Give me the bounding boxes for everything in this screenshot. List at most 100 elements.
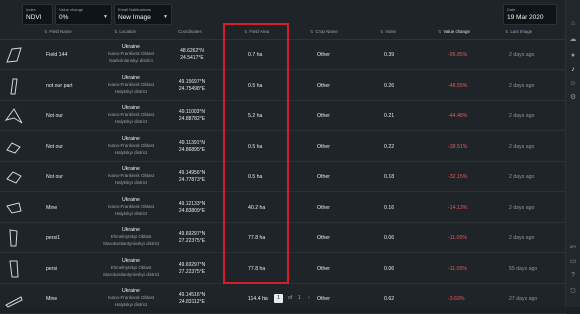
- column-location[interactable]: ⇅ Location: [114, 29, 136, 34]
- column-value-change[interactable]: ⇅ Value change: [438, 29, 470, 34]
- index-value: 0.22: [384, 143, 395, 150]
- table-row[interactable]: Field 144 Ukraine Ivano-Frankivsk Oblast…: [0, 40, 566, 70]
- field-area: 77.8 ha: [248, 235, 266, 241]
- field-shape-icon: [4, 289, 24, 309]
- location-region: Ivano-Frankivsk Oblast: [107, 142, 154, 148]
- app-main: Index NDVI Value change 0% ▼ Email Notif…: [0, 0, 566, 314]
- prev-page-icon[interactable]: ‹: [264, 295, 266, 301]
- crop-name: Other: [317, 82, 330, 89]
- coordinate-longitude: 27.22375°E: [178, 268, 206, 275]
- last-image: 2 days ago: [509, 174, 535, 180]
- home-icon[interactable]: ⌂: [569, 20, 577, 28]
- help-icon[interactable]: ?: [569, 272, 577, 280]
- settings-icon[interactable]: ⚙: [569, 94, 577, 102]
- location-country: Ukraine: [122, 257, 140, 264]
- coordinate-longitude: 24.77873°E: [178, 177, 206, 183]
- column-field-name[interactable]: ⇅ Field Name: [44, 29, 72, 34]
- user-icon[interactable]: ☺: [569, 80, 577, 88]
- bell-icon[interactable]: ♪: [569, 66, 577, 74]
- coordinate-longitude: 24.83112°E: [179, 299, 205, 305]
- email-notifications-value: New Image: [118, 14, 151, 21]
- field-shape-icon: [4, 106, 24, 126]
- column-last-image[interactable]: ⇅ Last Image: [505, 29, 532, 34]
- column-crop-name[interactable]: ⇅ Crop Name: [310, 29, 338, 34]
- date-picker[interactable]: Date 19 Mar 2020: [503, 4, 557, 25]
- api-label[interactable]: API: [567, 244, 579, 249]
- logout-icon[interactable]: ⎋: [569, 288, 577, 296]
- location-country: Ukraine: [122, 227, 140, 233]
- location-district: Halytskyi district: [114, 210, 148, 216]
- location-district: Halytskyi district: [114, 302, 148, 307]
- cloud-icon[interactable]: ☁: [569, 36, 577, 44]
- location-region: Ivano-Frankivsk Oblast: [107, 203, 154, 209]
- coordinate-latitude: 49.14956°N: [178, 170, 206, 176]
- index-select[interactable]: Index NDVI: [22, 4, 53, 25]
- crop-name: Other: [317, 235, 330, 241]
- coordinate-latitude: 49.69297°N: [178, 261, 206, 268]
- crop-name: Other: [317, 174, 330, 180]
- field-area: 0.5 ha: [248, 82, 263, 89]
- table-row[interactable]: Not our Ukraine Ivano-Frankivsk Oblast H…: [0, 101, 566, 131]
- field-shape-icon: [4, 76, 24, 96]
- crop-name: Other: [317, 265, 330, 272]
- chat-icon[interactable]: ▭: [569, 258, 577, 266]
- table-row[interactable]: persi Ukraine Khmelnytskyi Oblast Starok…: [0, 254, 566, 284]
- value-change: -11.05%: [448, 235, 467, 241]
- location-country: Ukraine: [122, 196, 140, 203]
- value-change: -96.85%: [448, 52, 468, 58]
- date-label: Date: [507, 7, 516, 12]
- last-image: 2 days ago: [509, 52, 535, 58]
- table-row[interactable]: Mine Ukraine Ivano-Frankivsk Oblast Haly…: [0, 193, 566, 223]
- current-page[interactable]: 1: [274, 294, 283, 303]
- crop-name: Other: [317, 296, 330, 302]
- field-shape-icon: [4, 228, 24, 248]
- sort-icon: ⇅: [114, 29, 118, 34]
- field-area: 0.5 ha: [248, 143, 263, 150]
- column-index[interactable]: ⇅ Index: [380, 29, 396, 34]
- location-country: Ukraine: [122, 288, 140, 294]
- coordinate-latitude: 48.6262°N: [180, 48, 204, 54]
- crop-name: Other: [317, 113, 330, 119]
- sort-icon: ⇅: [244, 29, 248, 34]
- table-row[interactable]: Not our Ukraine Ivano-Frankivsk Oblast H…: [0, 162, 566, 192]
- location-district: Starokostiantynivskyi district: [102, 241, 160, 246]
- index-value: 0.21: [384, 113, 395, 119]
- location-country: Ukraine: [122, 44, 140, 50]
- location-district: Halytskyi district: [114, 180, 148, 185]
- location-region: Khmelnytskyi Oblast: [110, 234, 152, 239]
- coordinate-longitude: 24.75498°E: [178, 85, 206, 92]
- field-name: persi1: [46, 235, 61, 241]
- location-district: Halytskyi district: [114, 119, 148, 124]
- coordinate-latitude: 49.14516°N: [178, 292, 206, 298]
- field-name: Mine: [46, 296, 58, 302]
- value-change: -3.69%: [448, 296, 465, 302]
- table-row[interactable]: persi1 Ukraine Khmelnytskyi Oblast Staro…: [0, 223, 566, 253]
- index-value: 0.06: [384, 265, 395, 272]
- value-change-select[interactable]: Value change 0% ▼: [55, 4, 112, 25]
- last-image: 2 days ago: [509, 204, 535, 211]
- table-row[interactable]: Not our Ukraine Ivano-Frankivsk Oblast H…: [0, 132, 566, 162]
- last-image: 2 days ago: [509, 82, 535, 89]
- value-change: -48.55%: [448, 82, 468, 89]
- field-shape-icon: [4, 259, 24, 279]
- location-icon[interactable]: ●: [569, 52, 577, 60]
- email-notifications-select[interactable]: Email Notifications New Image ▼: [114, 4, 172, 25]
- chevron-down-icon: ▼: [163, 14, 168, 20]
- field-shape-icon: [4, 45, 24, 65]
- location-region: Ivano-Frankivsk Oblast: [107, 81, 154, 87]
- index-value: 0.62: [384, 296, 395, 302]
- location-region: Ivano-Frankivsk Oblast: [107, 51, 154, 56]
- column-field-area[interactable]: ⇅ Field Area: [244, 29, 269, 34]
- column-coordinates: Coordinates: [178, 29, 202, 34]
- next-page-icon[interactable]: ›: [308, 295, 310, 301]
- table-row[interactable]: Mine Ukraine Ivano-Frankivsk Oblast Haly…: [0, 284, 566, 314]
- location-country: Ukraine: [122, 166, 140, 172]
- coordinate-latitude: 49.12133°N: [178, 200, 206, 207]
- email-notifications-label: Email Notifications: [118, 7, 151, 12]
- sort-icon: ⇅: [44, 29, 48, 34]
- coordinate-latitude: 49.11003°N: [178, 109, 206, 115]
- index-value: 0.06: [384, 235, 395, 241]
- table-row[interactable]: not our part Ukraine Ivano-Frankivsk Obl…: [0, 71, 566, 101]
- index-value: 0.26: [384, 82, 395, 89]
- location-country: Ukraine: [122, 74, 140, 81]
